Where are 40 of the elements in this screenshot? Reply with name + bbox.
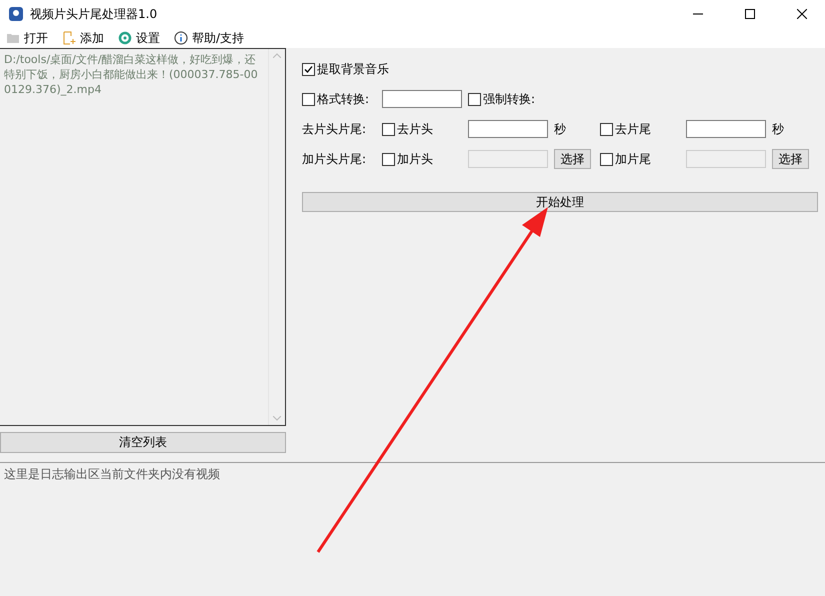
checkbox-label: 去片尾: [615, 120, 651, 138]
format-field[interactable]: [382, 90, 462, 108]
row-label: 加片头片尾:: [302, 150, 368, 168]
checkbox[interactable]: [600, 152, 613, 166]
app-icon: [8, 6, 24, 22]
checkbox-label: 格式转换:: [317, 90, 370, 108]
checkmark-icon: [304, 64, 313, 74]
checkbox[interactable]: [468, 92, 481, 106]
unit-label: 秒: [772, 120, 785, 138]
start-button[interactable]: 开始处理: [302, 192, 818, 212]
info-icon: [174, 31, 188, 45]
close-icon[interactable]: [797, 9, 807, 19]
choose-button[interactable]: 选择: [772, 149, 809, 169]
clear-list-button[interactable]: 清空列表: [0, 432, 286, 453]
seconds-field[interactable]: [686, 120, 766, 138]
checkbox[interactable]: [600, 122, 613, 136]
log-text: 这里是日志输出区当前文件夹内没有视频: [3, 466, 221, 483]
file-list-item[interactable]: D:/tools/桌面/文件/醋溜白菜这样做，好吃到爆，还特别下饭，厨房小白都能做出来！(000037.785-000129.376)_2.mp4: [0, 49, 268, 100]
checkbox[interactable]: [302, 92, 315, 106]
checkbox[interactable]: [382, 152, 395, 166]
unit-label: 秒: [554, 120, 567, 138]
checkbox-label: 提取背景音乐: [317, 60, 389, 78]
choose-button[interactable]: 选择: [554, 149, 591, 169]
add-file-icon: [62, 31, 76, 45]
checkbox-label: 加片头: [397, 150, 433, 168]
settings-icon: [118, 31, 132, 45]
checkbox[interactable]: [382, 122, 395, 136]
menu-item[interactable]: 设置: [118, 30, 160, 46]
folder-icon: [6, 32, 20, 44]
row-label: 去片头片尾:: [302, 120, 368, 138]
menu-item[interactable]: 添加: [62, 30, 104, 46]
checkbox-label: 强制转换:: [483, 90, 536, 108]
window-title: 视频片头片尾处理器1.0: [30, 6, 158, 22]
checkbox-label: 加片尾: [615, 150, 651, 168]
menu-item[interactable]: 打开: [6, 30, 48, 46]
checkbox-label: 去片头: [397, 120, 433, 138]
menu-item[interactable]: 帮助/支持: [174, 30, 244, 46]
checkbox[interactable]: [302, 62, 315, 76]
seconds-field[interactable]: [468, 120, 548, 138]
maximize-icon[interactable]: [745, 9, 755, 19]
